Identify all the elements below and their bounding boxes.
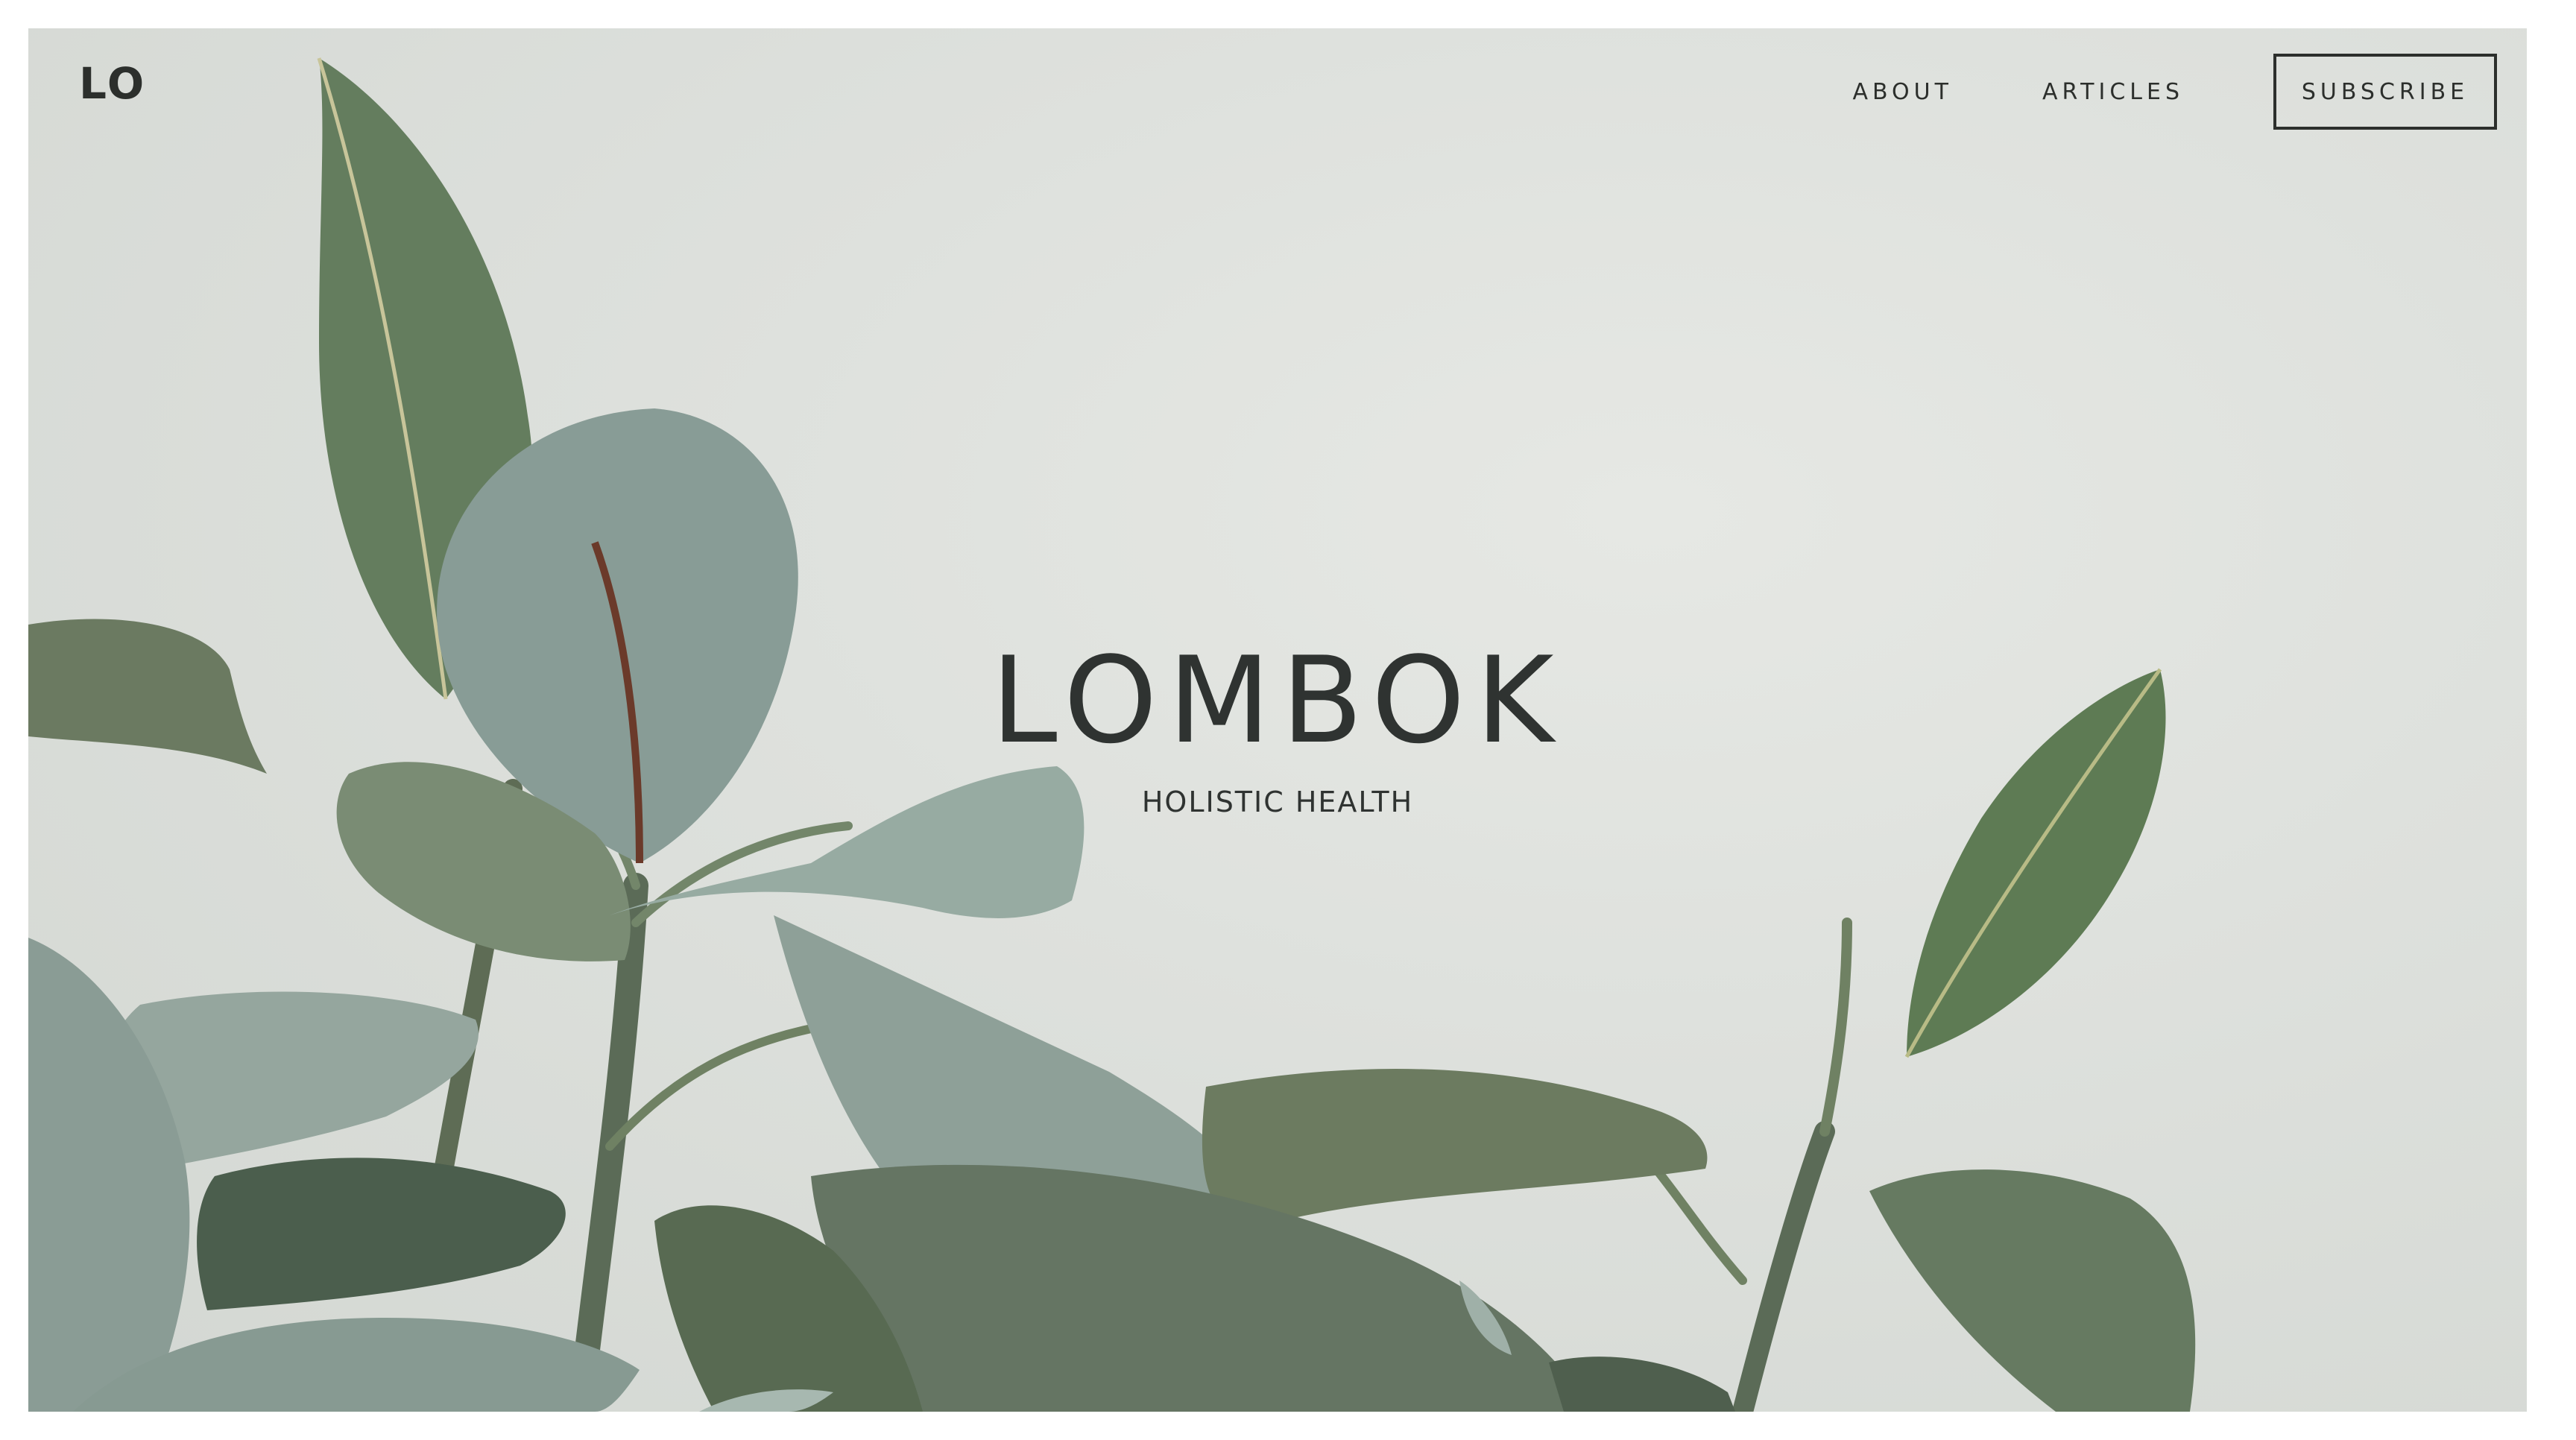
subscribe-button[interactable]: SUBSCRIBE (2273, 54, 2497, 130)
site-title: LOMBOK (991, 631, 1565, 770)
site-logo[interactable]: LO (79, 58, 146, 109)
main-navigation: ABOUT ARTICLES SUBSCRIBE (1852, 54, 2497, 130)
nav-link-articles[interactable]: ARTICLES (2042, 79, 2184, 105)
page: LO ABOUT ARTICLES SUBSCRIBE LOMBOK HOLIS… (0, 0, 2576, 1440)
plant-stem (605, 1023, 823, 1151)
hero-section: LO ABOUT ARTICLES SUBSCRIBE LOMBOK HOLIS… (28, 28, 2527, 1412)
nav-link-about[interactable]: ABOUT (1852, 79, 1952, 105)
site-tagline: HOLISTIC HEALTH (1141, 786, 1414, 818)
plant-leaf (811, 1164, 1594, 1412)
plant-leaf (1869, 1169, 2196, 1412)
hero-title-block: LOMBOK HOLISTIC HEALTH (28, 631, 2527, 819)
plant-stem (1732, 1121, 1835, 1412)
plant-leaf (1202, 1069, 1708, 1225)
plant-leaf (197, 1158, 566, 1310)
plant-stem (1819, 918, 1852, 1137)
plant-leaf (1549, 1357, 1735, 1412)
